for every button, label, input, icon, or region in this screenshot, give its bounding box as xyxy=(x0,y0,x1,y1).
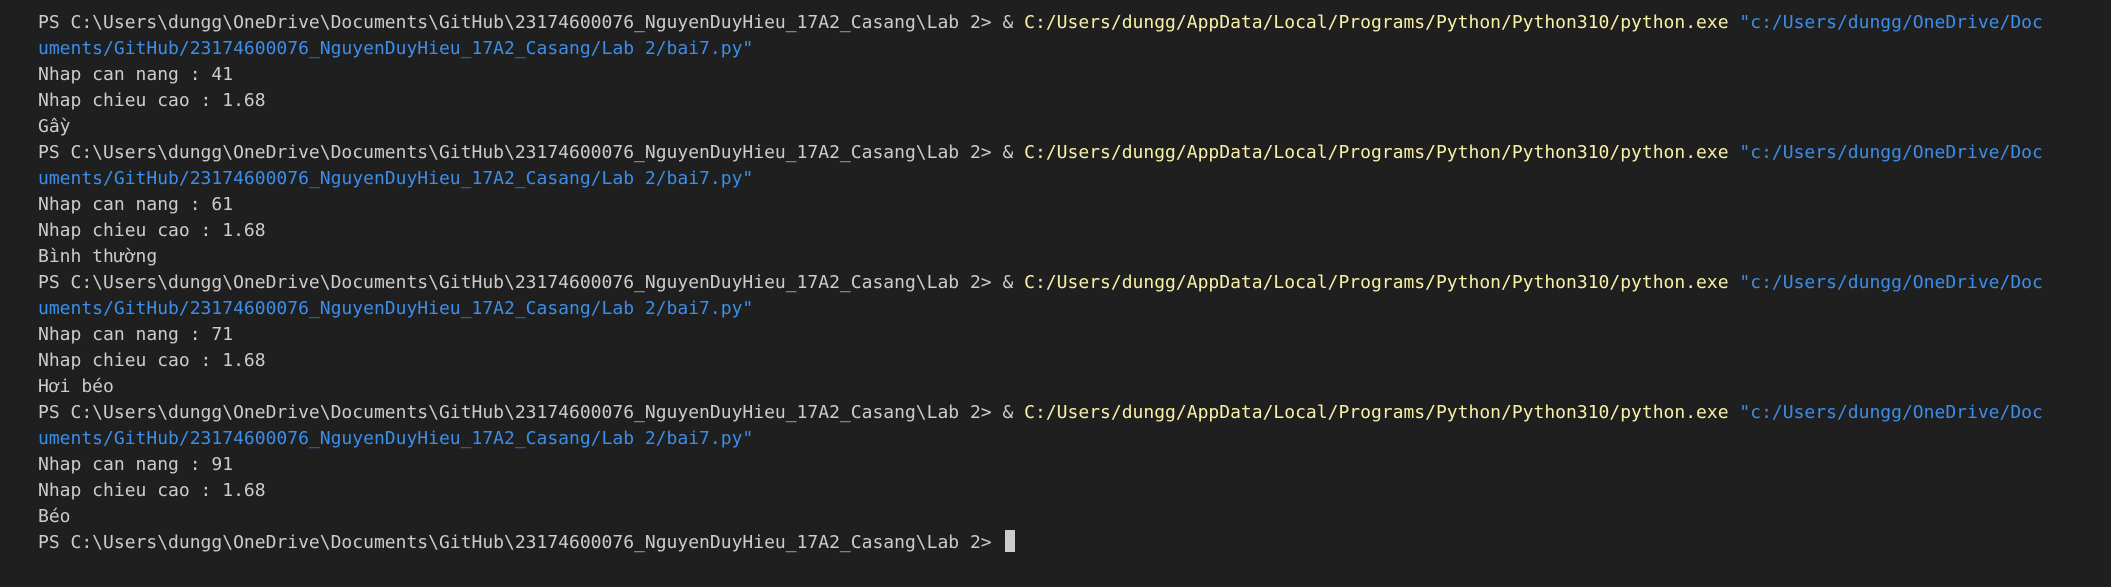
python-exe-path: C:/Users/dungg/AppData/Local/Programs/Py… xyxy=(1024,402,1729,423)
command-line: PS C:\Users\dungg\OneDrive\Documents\Git… xyxy=(38,140,2111,166)
script-path-continuation: uments/GitHub/23174600076_NguyenDuyHieu_… xyxy=(38,428,754,449)
output-weight: Nhap can nang : 61 xyxy=(38,194,234,215)
output-height: Nhap chieu cao : 1.68 xyxy=(38,90,266,111)
text-cursor[interactable] xyxy=(1004,530,1015,552)
python-exe-path: C:/Users/dungg/AppData/Local/Programs/Py… xyxy=(1024,272,1729,293)
python-exe-path: C:/Users/dungg/AppData/Local/Programs/Py… xyxy=(1024,142,1729,163)
terminal-output[interactable]: PS C:\Users\dungg\OneDrive\Documents\Git… xyxy=(0,0,2111,587)
prompt: PS C:\Users\dungg\OneDrive\Documents\Git… xyxy=(38,532,1003,553)
output-weight: Nhap can nang : 91 xyxy=(38,454,234,475)
prompt: PS C:\Users\dungg\OneDrive\Documents\Git… xyxy=(38,142,1025,163)
python-exe-path: C:/Users/dungg/AppData/Local/Programs/Py… xyxy=(1024,12,1729,33)
script-path: "c:/Users/dungg/OneDrive/Doc xyxy=(1728,12,2043,33)
script-path: "c:/Users/dungg/OneDrive/Doc xyxy=(1728,402,2043,423)
output-weight: Nhap can nang : 41 xyxy=(38,64,234,85)
command-line: PS C:\Users\dungg\OneDrive\Documents\Git… xyxy=(38,270,2111,296)
output-result: Béo xyxy=(38,506,71,527)
script-path: "c:/Users/dungg/OneDrive/Doc xyxy=(1728,272,2043,293)
output-result: Bình thường xyxy=(38,246,158,267)
command-line: PS C:\Users\dungg\OneDrive\Documents\Git… xyxy=(38,10,2111,36)
script-path-continuation: uments/GitHub/23174600076_NguyenDuyHieu_… xyxy=(38,168,754,189)
output-height: Nhap chieu cao : 1.68 xyxy=(38,350,266,371)
script-path: "c:/Users/dungg/OneDrive/Doc xyxy=(1728,142,2043,163)
script-path-continuation: uments/GitHub/23174600076_NguyenDuyHieu_… xyxy=(38,298,754,319)
output-height: Nhap chieu cao : 1.68 xyxy=(38,480,266,501)
prompt: PS C:\Users\dungg\OneDrive\Documents\Git… xyxy=(38,402,1025,423)
output-result: Gầy xyxy=(38,116,71,137)
command-line: PS C:\Users\dungg\OneDrive\Documents\Git… xyxy=(38,400,2111,426)
script-path-continuation: uments/GitHub/23174600076_NguyenDuyHieu_… xyxy=(38,38,754,59)
active-prompt-line[interactable]: PS C:\Users\dungg\OneDrive\Documents\Git… xyxy=(38,530,2111,556)
output-height: Nhap chieu cao : 1.68 xyxy=(38,220,266,241)
prompt: PS C:\Users\dungg\OneDrive\Documents\Git… xyxy=(38,12,1025,33)
prompt: PS C:\Users\dungg\OneDrive\Documents\Git… xyxy=(38,272,1025,293)
output-result: Hơi béo xyxy=(38,376,114,397)
output-weight: Nhap can nang : 71 xyxy=(38,324,234,345)
